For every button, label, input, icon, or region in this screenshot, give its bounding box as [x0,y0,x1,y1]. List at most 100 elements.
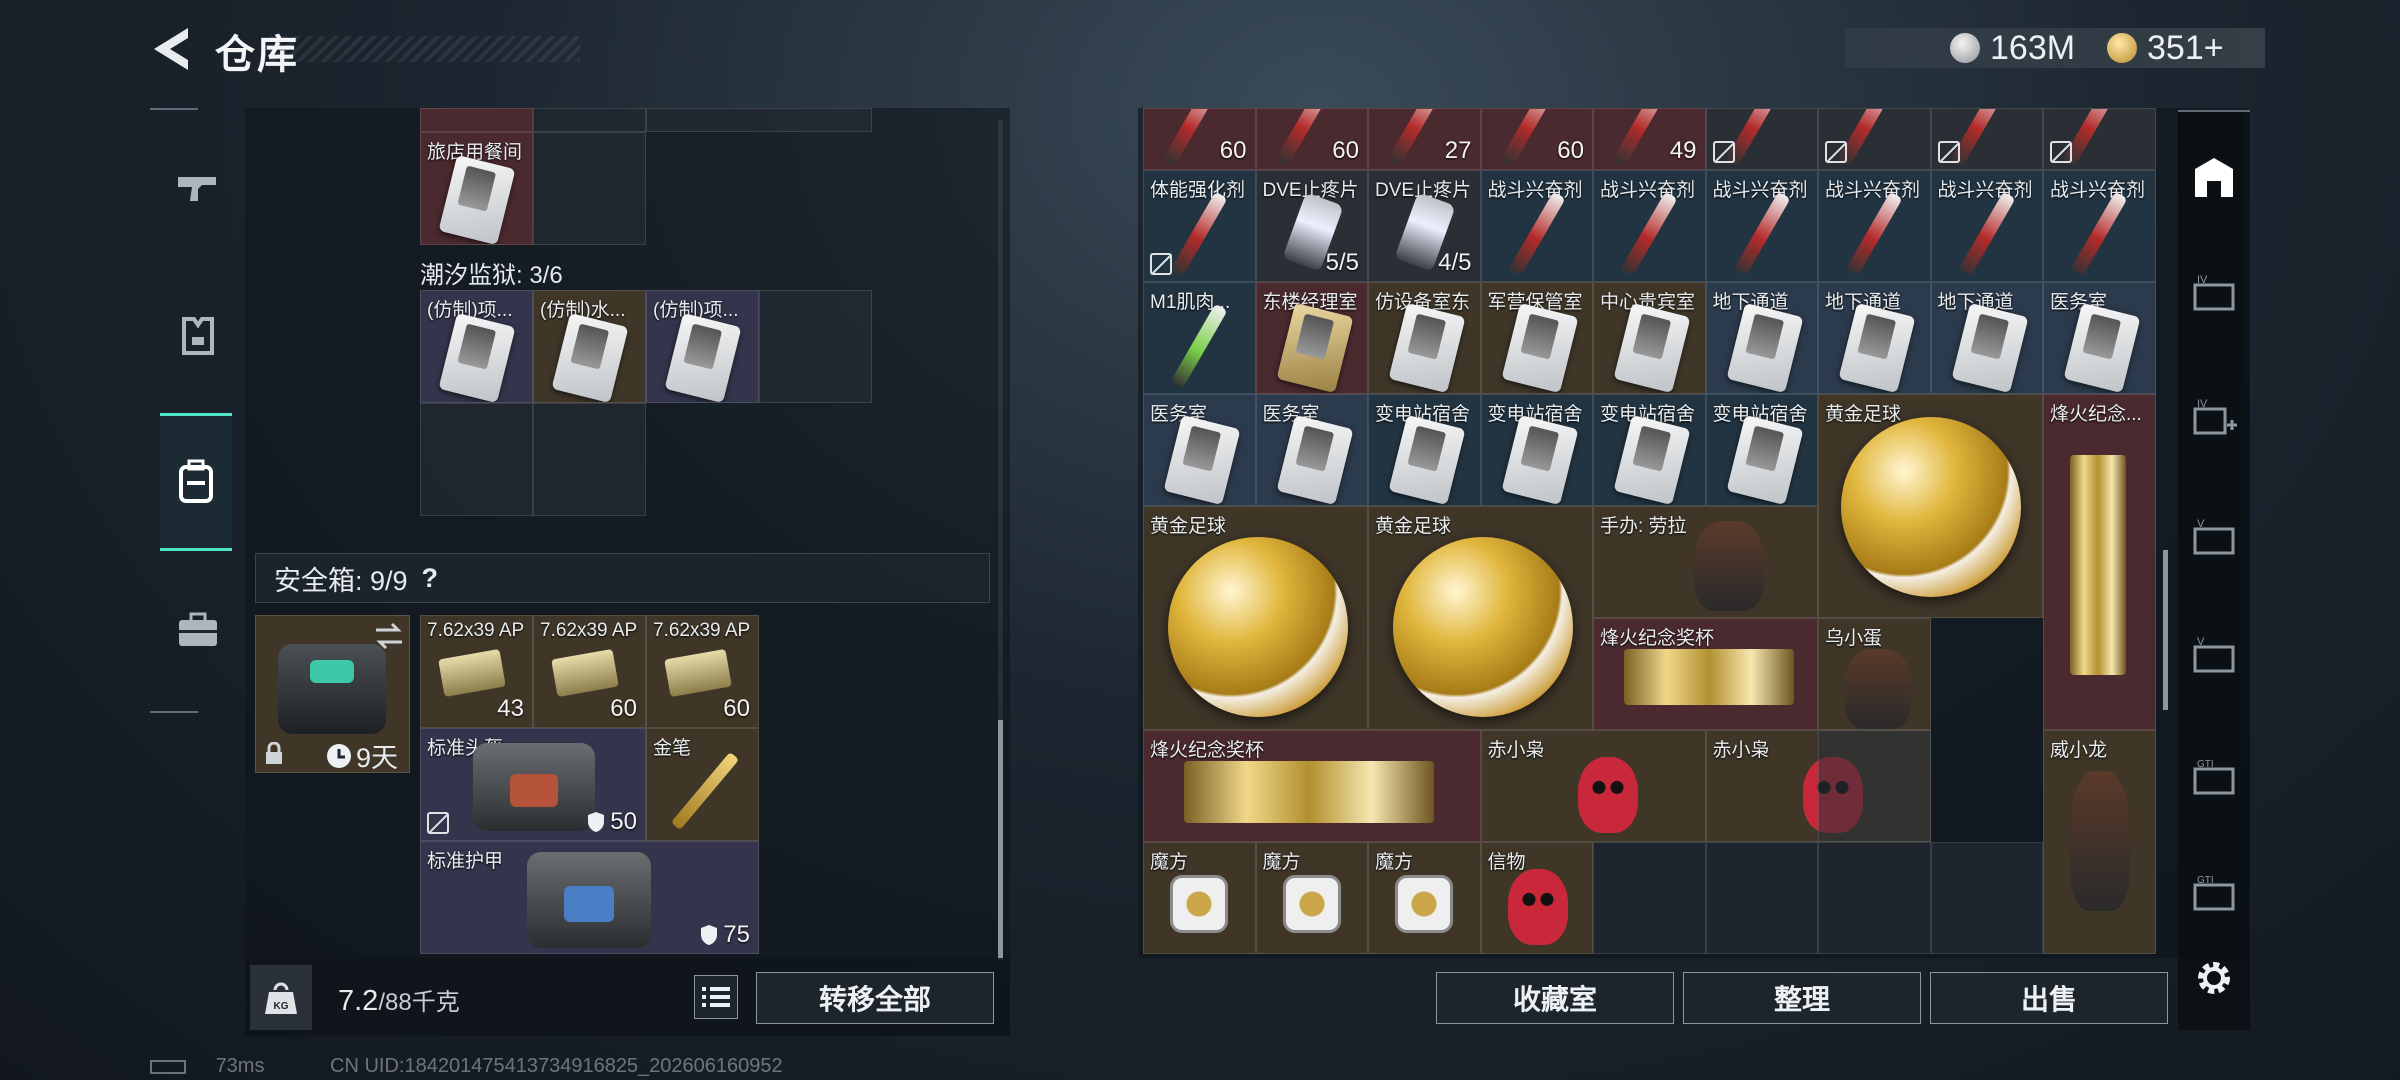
item-slot[interactable]: 7.62x39 AP 60 [646,615,759,728]
keycard-icon [438,154,516,244]
item-slot-large[interactable]: 威小龙 [2043,730,2156,954]
item-slot[interactable]: 战斗兴奋剂 [2043,170,2156,282]
warehouse-tab-7[interactable]: GTI [2188,752,2240,804]
item-slot[interactable]: 地下通道 [1930,282,2043,394]
item-slot[interactable]: 地下通道 [1818,282,1931,394]
back-button[interactable] [148,24,194,74]
warehouse-tab-8[interactable]: GTI [2188,868,2240,920]
item-slot[interactable]: 标准头盔 50 [420,728,646,841]
battery-icon [150,1059,186,1074]
item-slot[interactable]: 东楼经理室 [1255,282,1368,394]
item-slot[interactable] [1930,108,2043,170]
item-slot[interactable]: 战斗兴奋剂 [1480,170,1593,282]
gold-currency[interactable]: 351+ [2107,26,2224,70]
item-slot[interactable]: 战斗兴奋剂 [1593,170,1706,282]
item-slot-large[interactable]: 烽火纪念奖杯 [1593,618,1818,730]
warehouse-tab-5[interactable]: V [2188,512,2240,564]
item-slot[interactable]: M1肌肉... [1143,282,1256,394]
item-slot[interactable]: DVE止疼片 5/5 [1255,170,1368,282]
item-slot[interactable] [1705,108,1818,170]
item-slot[interactable]: 战斗兴奋剂 [1818,170,1931,282]
item-slot[interactable]: 乌小蛋 [1818,618,1931,730]
warehouse-tab-6[interactable]: V [2188,630,2240,682]
keycard-icon [1500,414,1579,505]
swap-icon[interactable] [374,622,404,650]
item-slot[interactable]: 60 [1143,108,1256,170]
item-slot[interactable]: 变电站宿舍 [1593,394,1706,506]
warehouse-tab-4[interactable]: IV [2188,268,2240,320]
item-slot[interactable]: 中心贵宾室 [1593,282,1706,394]
item-slot[interactable]: (仿制)项... [646,290,759,403]
item-slot[interactable]: 7.62x39 AP 43 [420,615,533,728]
item-slot[interactable]: 旅店用餐间 [420,132,533,245]
item-slot[interactable]: 标准护甲 75 [420,841,759,954]
item-label: 魔方 [1375,852,1414,873]
item-slot[interactable]: 战斗兴奋剂 [1705,170,1818,282]
item-slot[interactable]: 魔方 [1255,842,1368,954]
item-slot[interactable]: 变电站宿舍 [1705,394,1818,506]
right-scrollbar-thumb[interactable] [2163,550,2168,710]
backpack-icon [179,459,213,503]
item-slot-large[interactable]: 黄金足球 [1143,506,1368,730]
item-slot-large[interactable]: 烽火纪念... [2043,394,2156,730]
item-slot[interactable] [1818,108,1931,170]
item-slot[interactable]: 战斗兴奋剂 [1930,170,2043,282]
help-icon[interactable]: ? [422,563,439,594]
empty-slot[interactable] [533,403,646,516]
item-slot-large[interactable]: 赤小枭 [1480,730,1706,842]
item-slot[interactable]: 60 [1255,108,1368,170]
item-slot[interactable]: 军营保管室 [1480,282,1593,394]
item-slot-large[interactable]: 烽火纪念奖杯 [1143,730,1481,842]
item-slot[interactable]: 体能强化剂 [1143,170,1256,282]
item-slot-large[interactable]: 黄金足球 [1368,506,1593,730]
item-slot[interactable]: 金笔 [646,728,759,841]
category-weapons[interactable] [162,148,234,228]
item-slot[interactable]: DVE止疼片 4/5 [1368,170,1481,282]
item-slot[interactable]: 49 [1593,108,1706,170]
item-slot-partial[interactable] [420,108,533,132]
item-slot[interactable]: 魔方 [1368,842,1481,954]
organize-button[interactable]: 整理 [1683,972,1921,1024]
item-slot[interactable]: (仿制)水... [533,290,646,403]
empty-slot[interactable] [1930,842,2043,954]
item-slot[interactable]: 变电站宿舍 [1368,394,1481,506]
left-scrollbar-thumb[interactable] [998,720,1003,960]
list-view-button[interactable] [694,975,738,1019]
item-slot[interactable]: 魔方 [1143,842,1256,954]
safe-case-slot[interactable]: 9天 [255,615,410,773]
settings-button[interactable] [2188,952,2240,1004]
item-slot[interactable]: 医务室 [1143,394,1256,506]
item-slot[interactable]: 医务室 [2043,282,2156,394]
item-slot[interactable]: 信物 [1480,842,1593,954]
item-slot[interactable]: 仿设备室东 [1368,282,1481,394]
empty-slot[interactable] [533,132,646,245]
empty-slot[interactable] [759,290,872,403]
empty-slot[interactable] [533,108,646,132]
item-slot[interactable]: (仿制)项... [420,290,533,403]
warehouse-tab-main[interactable] [2188,152,2240,204]
mask-icon [1507,869,1568,945]
keycard-icon [2063,302,2141,393]
empty-slot[interactable] [420,403,533,516]
sell-button[interactable]: 出售 [1930,972,2168,1024]
warehouse-tab-add[interactable]: IV [2188,392,2240,444]
empty-slot[interactable] [1705,842,1818,954]
item-slot[interactable] [2043,108,2156,170]
item-slot[interactable]: 医务室 [1255,394,1368,506]
item-slot[interactable]: 地下通道 [1705,282,1818,394]
item-slot[interactable]: 7.62x39 AP 60 [533,615,646,728]
empty-slot[interactable] [1818,842,1931,954]
transfer-all-button[interactable]: 转移全部 [756,972,994,1024]
category-containers[interactable] [160,413,232,551]
empty-slot[interactable] [1593,842,1706,954]
empty-slot[interactable] [646,108,872,132]
item-slot-large[interactable]: 手办: 劳拉 [1593,506,1818,618]
item-slot[interactable]: 27 [1368,108,1481,170]
collection-room-button[interactable]: 收藏室 [1436,972,1674,1024]
category-items[interactable] [162,590,234,670]
item-slot[interactable]: 变电站宿舍 [1480,394,1593,506]
category-equipment[interactable] [162,296,234,376]
item-slot-large[interactable]: 黄金足球 [1818,394,2043,618]
empty-slot[interactable] [1818,730,1931,842]
item-slot[interactable]: 60 [1480,108,1593,170]
